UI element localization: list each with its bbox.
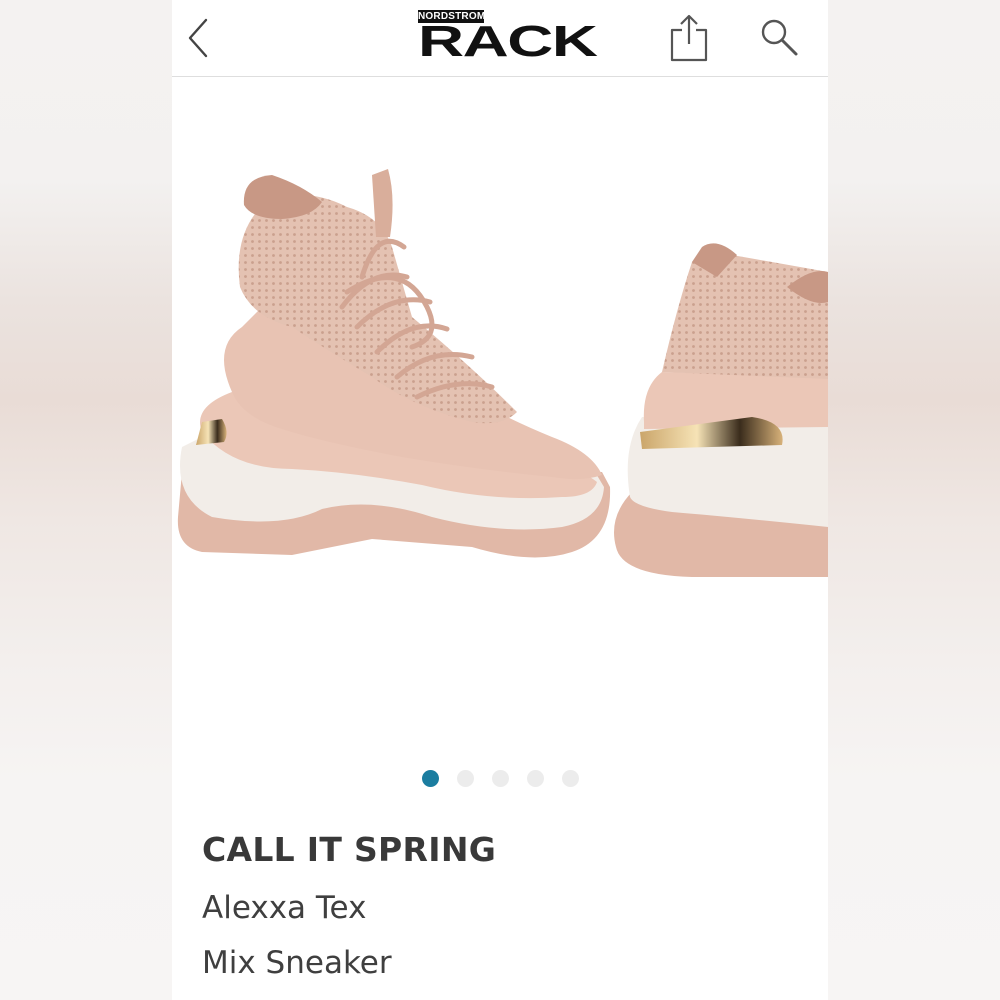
logo-rack-text: RACK (418, 17, 598, 66)
product-name-line-1: Alexxa Tex (202, 890, 367, 926)
chevron-left-icon (188, 18, 208, 58)
product-brand[interactable]: CALL IT SPRING (202, 830, 496, 869)
product-image[interactable] (172, 77, 828, 757)
carousel-dot-5[interactable] (562, 770, 579, 787)
product-name-line-2: Mix Sneaker (202, 945, 392, 981)
app-screen: NORDSTROM RACK CALL IT SPRING Alexxa Tex… (172, 0, 828, 1000)
blurred-left-gutter (0, 0, 172, 1000)
share-button[interactable] (668, 12, 712, 64)
search-icon (761, 19, 798, 56)
back-button[interactable] (182, 14, 218, 62)
top-nav-bar: NORDSTROM RACK (172, 0, 828, 77)
left-sneaker (177, 169, 611, 558)
share-icon (670, 14, 708, 62)
carousel-dot-3[interactable] (492, 770, 509, 787)
nordstrom-rack-logo[interactable]: NORDSTROM RACK (418, 10, 598, 68)
carousel-dot-2[interactable] (457, 770, 474, 787)
right-sneaker (614, 243, 828, 577)
search-button[interactable] (758, 16, 802, 60)
blurred-right-gutter (828, 0, 1000, 1000)
carousel-dot-4[interactable] (527, 770, 544, 787)
carousel-dots (420, 770, 590, 788)
sneaker-photo (177, 169, 828, 577)
carousel-dot-1[interactable] (422, 770, 439, 787)
